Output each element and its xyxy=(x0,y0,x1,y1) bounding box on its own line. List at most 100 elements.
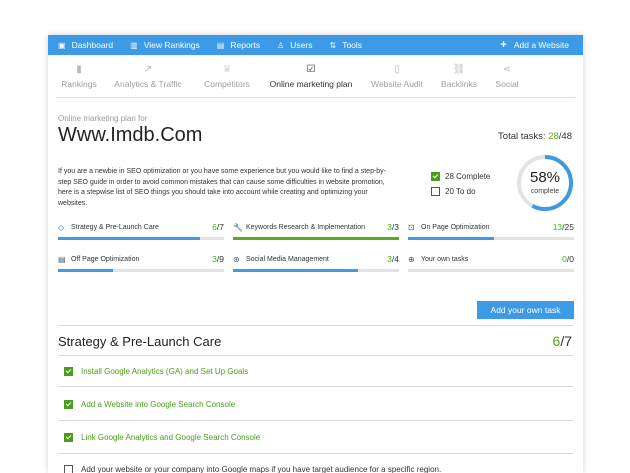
progress-donut: 58% complete xyxy=(515,153,575,213)
category-grid: ◇ Strategy & Pre-Launch Care 6/7 🔧 Keywo… xyxy=(58,221,576,272)
tab-backlinks[interactable]: ⛓ Backlinks xyxy=(435,55,483,97)
tab-label: Analytics & Traffic xyxy=(114,79,182,89)
section-total: /7 xyxy=(560,333,572,349)
category-progress-fill xyxy=(58,237,201,240)
legend-todo: 20 To do xyxy=(431,187,490,196)
task-item[interactable]: Add a Website into Google Search Console xyxy=(64,400,235,409)
task-item[interactable]: Add your website or your company into Go… xyxy=(64,465,441,473)
trophy-icon: ♕ xyxy=(222,64,232,75)
nav-label: View Rankings xyxy=(143,40,200,50)
tab-online-marketing-plan[interactable]: ☑ Online marketing plan xyxy=(263,55,359,97)
tab-bar: ▮ Rankings ↗ Analytics & Traffic ♕ Compe… xyxy=(56,55,575,98)
add-website-button[interactable]: + Add a Website xyxy=(500,39,569,51)
progress-legend: 28 Complete 20 To do xyxy=(431,172,490,202)
category-on-page[interactable]: ⊡ On Page Optimization 13/25 xyxy=(408,221,574,240)
task-item[interactable]: Install Google Analytics (GA) and Set Up… xyxy=(64,367,248,376)
tab-rankings[interactable]: ▮ Rankings xyxy=(59,55,99,97)
total-tasks: Total tasks: 28/48 xyxy=(498,131,572,142)
total-done: 28 xyxy=(548,131,559,142)
category-total: /9 xyxy=(216,254,224,264)
category-progress-bar xyxy=(58,237,224,240)
category-label: Keywords Research & Implementation xyxy=(246,223,366,231)
divider xyxy=(58,355,573,356)
nav-label: Reports xyxy=(230,40,261,50)
category-done: 13 xyxy=(552,222,563,232)
bar-chart-icon: ▮ xyxy=(76,64,82,75)
category-progress-bar xyxy=(233,269,399,272)
add-own-task-button[interactable]: Add your own task xyxy=(477,301,574,319)
nav-label: Dashboard xyxy=(71,40,114,50)
tools-icon: ⇅ xyxy=(329,40,337,50)
category-progress-bar xyxy=(408,269,574,272)
tab-analytics-traffic[interactable]: ↗ Analytics & Traffic xyxy=(105,55,191,97)
tab-social[interactable]: ⋖ Social xyxy=(489,55,525,97)
category-progress-fill xyxy=(233,269,358,272)
section-title: Strategy & Pre-Launch Care xyxy=(58,334,222,349)
divider xyxy=(58,386,573,387)
category-strategy[interactable]: ◇ Strategy & Pre-Launch Care 6/7 xyxy=(58,221,224,240)
nav-label: Users xyxy=(290,40,313,50)
task-label[interactable]: Link Google Analytics and Google Search … xyxy=(81,433,260,442)
nav-label: Tools xyxy=(342,40,363,50)
nav-tools[interactable]: ⇅ Tools xyxy=(330,40,363,50)
tab-label: Website Audit xyxy=(371,79,423,89)
category-total: /3 xyxy=(391,222,399,232)
category-progress-fill xyxy=(58,269,114,272)
tab-website-audit[interactable]: ▯ Website Audit xyxy=(365,55,429,97)
task-label[interactable]: Install Google Analytics (GA) and Set Up… xyxy=(81,367,248,376)
category-own-tasks[interactable]: ⊕ Your own tasks 0/0 xyxy=(408,253,574,272)
top-nav: ▣ Dashboard ▥ View Rankings ▤ Reports ♙ … xyxy=(48,35,583,55)
plan-description: If you are a newbie in SEO optimization … xyxy=(58,168,387,207)
nav-users[interactable]: ♙ Users xyxy=(277,40,312,50)
tab-label: Rankings xyxy=(61,79,97,89)
category-label: On Page Optimization xyxy=(421,223,490,231)
category-total: /4 xyxy=(391,254,399,264)
task-checkbox[interactable] xyxy=(64,433,73,442)
task-checkbox[interactable] xyxy=(64,465,73,473)
user-icon: ♙ xyxy=(277,40,285,50)
category-total: /7 xyxy=(216,222,224,232)
tab-label: Backlinks xyxy=(441,79,477,89)
audit-icon: ▯ xyxy=(394,64,400,75)
nav-dashboard[interactable]: ▣ Dashboard xyxy=(58,40,113,50)
unchecked-checkbox-icon xyxy=(431,187,440,196)
task-label[interactable]: Add a Website into Google Search Console xyxy=(81,400,235,409)
todo-label: 20 To do xyxy=(445,187,476,196)
total-label: Total tasks: xyxy=(498,131,549,142)
divider xyxy=(58,453,573,454)
category-social-media[interactable]: ⊛ Social Media Management 3/4 xyxy=(233,253,399,272)
category-label: Your own tasks xyxy=(421,255,469,263)
rankings-icon: ▥ xyxy=(130,40,138,50)
add-website-label: Add a Website xyxy=(513,40,569,50)
task-checkbox[interactable] xyxy=(64,400,73,409)
divider xyxy=(58,325,573,326)
category-total: /0 xyxy=(566,254,574,264)
trend-icon: ↗ xyxy=(143,64,153,75)
category-progress-bar xyxy=(58,269,224,272)
task-label[interactable]: Add your website or your company into Go… xyxy=(81,465,441,473)
category-progress-bar xyxy=(233,237,399,240)
tab-label: Social xyxy=(495,79,519,89)
tab-label: Online marketing plan xyxy=(269,79,353,89)
diamond-icon: ◇ xyxy=(58,222,65,232)
link-icon: ⛓ xyxy=(452,64,466,75)
social-icon: ⊛ xyxy=(233,254,240,264)
custom-task-icon: ⊕ xyxy=(408,254,415,264)
category-progress-fill xyxy=(408,237,495,240)
plan-subtitle: Online marketing plan for xyxy=(58,114,148,123)
category-progress-bar xyxy=(408,237,574,240)
legend-complete: 28 Complete xyxy=(431,172,490,181)
app-window: ▣ Dashboard ▥ View Rankings ▤ Reports ♙ … xyxy=(48,35,583,473)
task-checkbox[interactable] xyxy=(64,367,73,376)
task-item[interactable]: Link Google Analytics and Google Search … xyxy=(64,433,260,442)
nav-view-rankings[interactable]: ▥ View Rankings xyxy=(130,40,200,50)
category-keywords[interactable]: 🔧 Keywords Research & Implementation 3/3 xyxy=(233,221,399,240)
complete-label: 28 Complete xyxy=(445,172,491,181)
dashboard-icon: ▣ xyxy=(58,40,66,50)
nav-reports[interactable]: ▤ Reports xyxy=(217,40,260,50)
tab-competitors[interactable]: ♕ Competitors xyxy=(197,55,257,97)
checklist-icon: ☑ xyxy=(306,64,316,75)
section-count: 6/7 xyxy=(553,333,572,349)
divider xyxy=(58,420,573,421)
category-off-page[interactable]: ▤ Off Page Optimization 3/9 xyxy=(58,253,224,272)
